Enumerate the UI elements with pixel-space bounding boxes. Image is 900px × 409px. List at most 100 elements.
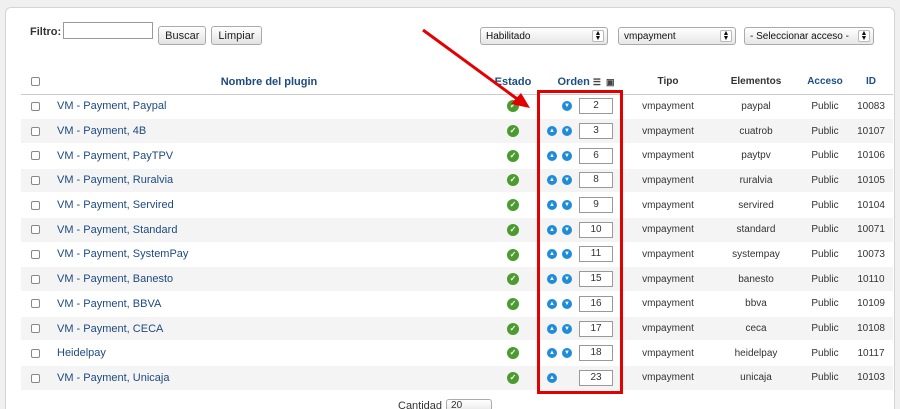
move-down-icon[interactable]: ▼	[562, 175, 572, 186]
move-down-icon[interactable]: ▼	[562, 126, 572, 137]
published-check-icon[interactable]: ✓	[507, 347, 519, 360]
acceso-cell: Public	[801, 316, 849, 342]
published-check-icon[interactable]: ✓	[507, 273, 519, 286]
column-header-elementos[interactable]: Elementos	[711, 70, 801, 95]
sort-order-icon[interactable]: ☰	[593, 77, 601, 88]
move-up-icon[interactable]: ▲	[547, 348, 557, 359]
published-check-icon[interactable]: ✓	[507, 149, 519, 162]
acceso-cell: Public	[801, 365, 849, 391]
move-up-icon[interactable]: ▲	[547, 298, 557, 309]
published-check-icon[interactable]: ✓	[507, 223, 519, 236]
tipo-cell: vmpayment	[625, 192, 711, 218]
column-header-acceso[interactable]: Acceso	[801, 70, 849, 95]
row-checkbox-cell	[21, 118, 49, 144]
elemento-cell: unicaja	[711, 365, 801, 391]
move-down-icon[interactable]: ▼	[562, 348, 572, 359]
acceso-cell: Public	[801, 340, 849, 367]
table-row: VM - Payment, PayTPV ✓ ▲ ▼ 6 vmpayment paytpv P…	[21, 143, 893, 169]
plugin-name-link[interactable]: VM - Payment, CECA	[49, 316, 489, 342]
order-input[interactable]: 15	[579, 271, 613, 288]
move-down-icon[interactable]: ▼	[562, 224, 572, 235]
save-order-icon[interactable]: ▣	[606, 77, 615, 88]
move-up-icon[interactable]: ▲	[547, 323, 557, 334]
move-up-icon[interactable]: ▲	[547, 249, 557, 260]
search-button[interactable]: Buscar	[158, 26, 207, 45]
row-checkbox[interactable]	[30, 200, 40, 210]
move-down-icon[interactable]: ▼	[562, 150, 572, 161]
plugin-name-link[interactable]: VM - Payment, 4B	[49, 118, 489, 144]
move-up-icon[interactable]: ▲	[547, 200, 557, 211]
published-check-icon[interactable]: ✓	[507, 248, 519, 261]
type-select[interactable]: vmpayment ▲ ▼	[618, 27, 736, 45]
filter-bar: Filtro: Buscar Limpiar	[30, 22, 262, 45]
order-input[interactable]: 3	[579, 123, 613, 140]
acceso-cell: Public	[801, 143, 849, 169]
move-down-icon[interactable]: ▼	[562, 200, 572, 211]
column-header-tipo[interactable]: Tipo	[625, 70, 711, 95]
order-input[interactable]: 10	[579, 221, 613, 238]
order-input[interactable]: 2	[579, 98, 613, 115]
column-header-id[interactable]: ID	[849, 70, 893, 95]
order-input[interactable]: 6	[579, 147, 613, 164]
move-down-icon[interactable]: ▼	[562, 323, 572, 334]
published-check-icon[interactable]: ✓	[507, 371, 519, 384]
move-up-icon[interactable]: ▲	[547, 372, 557, 383]
elemento-cell: ruralvia	[711, 168, 801, 194]
row-checkbox[interactable]	[30, 348, 40, 358]
plugin-name-link[interactable]: VM - Payment, Banesto	[49, 266, 489, 292]
order-input[interactable]: 8	[579, 172, 613, 189]
row-checkbox[interactable]	[30, 324, 40, 334]
row-checkbox[interactable]	[30, 176, 40, 185]
published-check-icon[interactable]: ✓	[507, 322, 519, 335]
row-checkbox[interactable]	[30, 299, 40, 309]
plugin-name-link[interactable]: VM - Payment, BBVA	[49, 291, 489, 317]
published-check-icon[interactable]: ✓	[507, 297, 519, 310]
published-check-icon[interactable]: ✓	[507, 125, 519, 138]
move-up-icon[interactable]: ▲	[547, 175, 557, 186]
move-down-icon[interactable]: ▼	[562, 298, 572, 309]
limit-select[interactable]: 20	[446, 399, 493, 409]
plugin-name-link[interactable]: VM - Payment, Standard	[49, 217, 489, 243]
plugin-name-link[interactable]: VM - Payment, SystemPay	[49, 242, 489, 268]
clear-button[interactable]: Limpiar	[211, 26, 262, 45]
published-check-icon[interactable]: ✓	[507, 174, 519, 187]
access-select[interactable]: - Seleccionar acceso - ▲ ▼	[744, 27, 874, 45]
row-checkbox[interactable]	[30, 126, 40, 136]
move-down-icon[interactable]: ▼	[562, 274, 572, 285]
row-checkbox[interactable]	[30, 250, 40, 260]
order-input[interactable]: 17	[579, 320, 613, 337]
row-checkbox[interactable]	[30, 151, 40, 161]
published-check-icon[interactable]: ✓	[507, 100, 519, 113]
table-row: VM - Payment, Servired ✓ ▲ ▼ 9 vmpayment servi…	[21, 192, 893, 218]
status-select[interactable]: Habilitado ▲ ▼	[480, 27, 608, 45]
move-up-icon[interactable]: ▲	[547, 126, 557, 137]
move-up-icon[interactable]: ▲	[547, 224, 557, 235]
filter-input[interactable]	[63, 22, 154, 39]
order-input[interactable]: 16	[579, 295, 613, 312]
plugin-name-link[interactable]: VM - Payment, Servired	[49, 192, 489, 218]
plugin-name-link[interactable]: Heidelpay	[49, 340, 489, 367]
row-checkbox[interactable]	[30, 274, 40, 284]
order-input[interactable]: 11	[579, 246, 613, 263]
table-row: VM - Payment, 4B ✓ ▲ ▼ 3 vmpayment cuatrob Publ…	[21, 118, 893, 144]
move-down-icon[interactable]: ▼	[562, 101, 572, 112]
row-checkbox[interactable]	[30, 373, 40, 383]
row-checkbox[interactable]	[30, 225, 40, 235]
plugin-name-link[interactable]: VM - Payment, Paypal	[49, 94, 489, 120]
plugin-name-link[interactable]: VM - Payment, Ruralvia	[49, 168, 489, 194]
order-input[interactable]: 9	[579, 197, 613, 214]
row-checkbox[interactable]	[30, 101, 40, 111]
column-header-estado[interactable]: Estado	[489, 70, 537, 95]
column-header-orden-label[interactable]: Orden	[558, 76, 590, 88]
order-input[interactable]: 23	[579, 369, 613, 386]
column-header-name[interactable]: Nombre del plugin	[49, 70, 489, 95]
select-all-checkbox[interactable]	[30, 77, 40, 87]
order-input[interactable]: 18	[579, 345, 613, 362]
move-up-icon[interactable]: ▲	[547, 274, 557, 285]
published-check-icon[interactable]: ✓	[507, 199, 519, 212]
plugin-name-link[interactable]: VM - Payment, Unicaja	[49, 365, 489, 391]
acceso-cell: Public	[801, 266, 849, 292]
move-up-icon[interactable]: ▲	[547, 150, 557, 161]
move-down-icon[interactable]: ▼	[562, 249, 572, 260]
plugin-name-link[interactable]: VM - Payment, PayTPV	[49, 143, 489, 169]
